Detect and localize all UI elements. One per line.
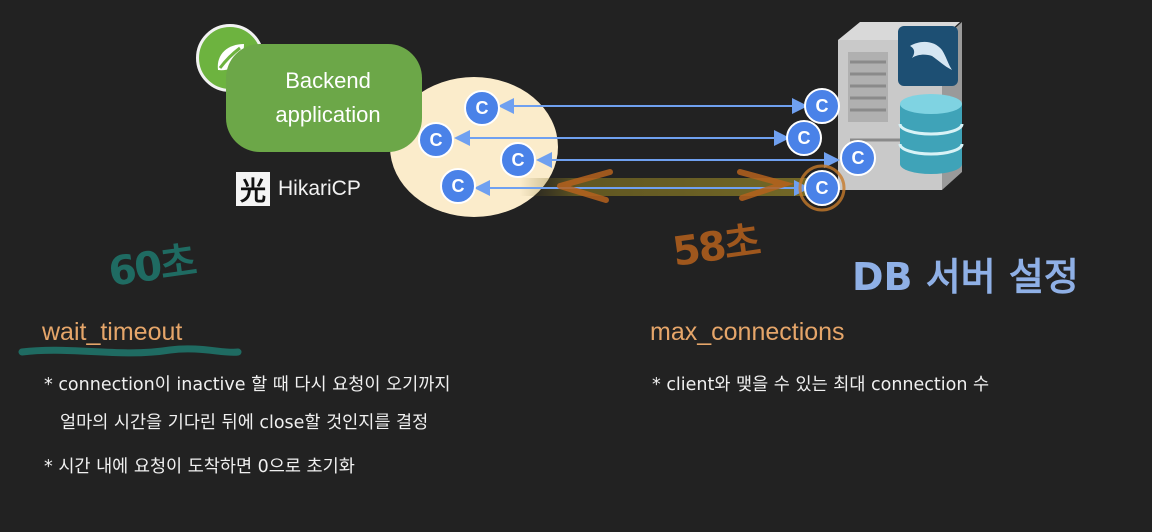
hikari-logo-icon: 光 <box>236 172 270 207</box>
wait-timeout-underline <box>18 345 242 357</box>
connection-label: C <box>430 130 443 150</box>
wait-timeout-bullet-1: * connection이 inactive 할 때 다시 요청이 오기까지 <box>44 375 451 395</box>
hikaricp-label: 光 HikariCP <box>236 172 361 207</box>
db-settings-title: DB 서버 설정 <box>852 255 1079 299</box>
wait-timeout-bullet-2: * 시간 내에 요청이 도착하면 0으로 초기화 <box>44 457 355 477</box>
mysql-dolphin-icon <box>898 26 958 86</box>
backend-label-line1: Backend <box>285 68 371 93</box>
diagram-stage: C C C C C C C C Backend application 光 Hi… <box>0 0 1152 532</box>
handwritten-58s-note: 58초 <box>669 218 762 276</box>
hikaricp-name: HikariCP <box>278 177 361 200</box>
connection-label: C <box>476 98 489 118</box>
max-connections-name: max_connections <box>650 318 845 346</box>
wait-timeout-name: wait_timeout <box>42 318 183 346</box>
connection-label: C <box>452 176 465 196</box>
connection-label: C <box>816 96 829 116</box>
backend-application-box: Backend application <box>226 44 422 152</box>
backend-label-line2: application <box>275 102 381 127</box>
connection-label: C <box>798 128 811 148</box>
database-cylinder-icon <box>898 94 964 174</box>
connection-label: C <box>816 178 829 198</box>
max-connections-bullet-1: * client와 맺을 수 있는 최대 connection 수 <box>652 375 990 395</box>
wait-timeout-bullet-1-cont: 얼마의 시간을 기다린 뒤에 close할 것인지를 결정 <box>60 413 429 433</box>
handwritten-60s-note: 60초 <box>105 238 198 296</box>
connection-label: C <box>852 148 865 168</box>
connection-label: C <box>512 150 525 170</box>
